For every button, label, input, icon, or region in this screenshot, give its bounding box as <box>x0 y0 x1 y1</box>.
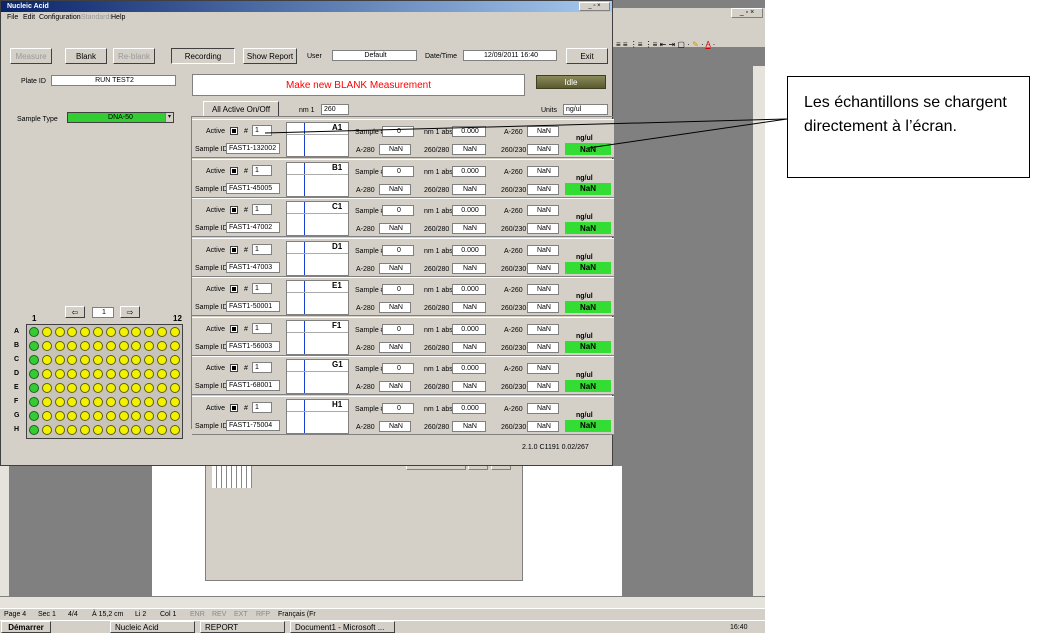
callout-box: Les échantillons se chargent directement… <box>787 76 1030 178</box>
callout-text: Les échantillons se chargent directement… <box>804 94 1007 135</box>
